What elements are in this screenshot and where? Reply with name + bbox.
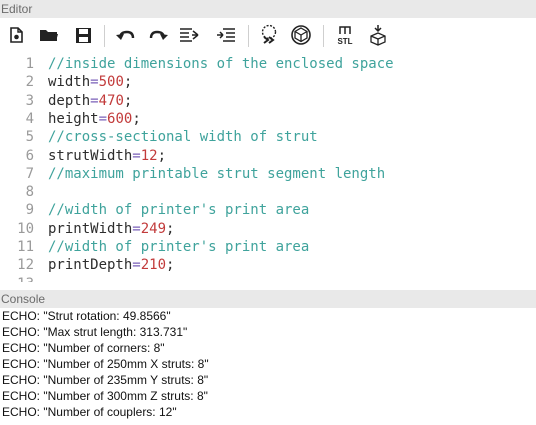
- code-line[interactable]: 3 depth=470;: [0, 92, 133, 110]
- preview-render-icon[interactable]: [256, 22, 282, 48]
- code-line[interactable]: 4 height=600;: [0, 110, 141, 128]
- code-token-ident: height: [48, 110, 99, 127]
- toolbar-separator: [323, 25, 324, 47]
- console-line: ECHO: "Strut rotation: 49.8566": [2, 309, 171, 323]
- code-token-comment: //width of printer's print area: [48, 202, 310, 219]
- save-icon[interactable]: [70, 22, 96, 48]
- console-line: ECHO: "Max strut length: 313.731": [2, 325, 188, 339]
- line-number: 4: [25, 110, 34, 127]
- code-token-op: =: [132, 220, 141, 237]
- code-token-ident: depth: [48, 92, 91, 109]
- export-stl-icon[interactable]: STL: [332, 22, 358, 48]
- code-token-num: 210: [140, 257, 167, 274]
- code-token-num: 600: [107, 110, 133, 127]
- line-number: 10: [17, 220, 34, 237]
- code-token-comment: //inside dimensions of the enclosed spac…: [48, 56, 394, 72]
- code-line[interactable]: 10 printWidth=249;: [0, 220, 174, 238]
- toolbar-separator: [104, 25, 105, 47]
- code-token-num: 500: [98, 74, 124, 91]
- code-token-ident: width: [48, 74, 91, 91]
- new-file-icon[interactable]: [3, 22, 29, 48]
- code-token-op: =: [90, 92, 99, 109]
- code-line[interactable]: 6 strutWidth=12;: [0, 147, 166, 165]
- code-line[interactable]: 5 //cross-sectional width of strut: [0, 128, 318, 146]
- code-editor[interactable]: 1 //inside dimensions of the enclosed spa…: [0, 52, 536, 282]
- console-line: ECHO: "Number of 300mm Z struts: 8": [2, 389, 208, 403]
- code-line[interactable]: 1 //inside dimensions of the enclosed spa…: [0, 55, 394, 73]
- line-number: 13: [0, 275, 48, 282]
- line-number: 5: [25, 129, 34, 146]
- code-token-comment: //width of printer's print area: [48, 239, 310, 255]
- code-token-ident: ;: [132, 110, 141, 127]
- line-number: 3: [25, 92, 34, 109]
- line-number: 11: [17, 239, 34, 255]
- editor-panel-title: Editor: [0, 0, 536, 18]
- code-token-num: 249: [140, 220, 167, 237]
- export-stl-label: STL: [337, 37, 352, 46]
- undo-icon[interactable]: [113, 22, 139, 48]
- indent-icon[interactable]: [213, 22, 239, 48]
- line-number: 2: [25, 74, 34, 91]
- code-token-op: =: [90, 74, 99, 91]
- code-token-ident: ;: [166, 257, 175, 274]
- code-line[interactable]: 12 printDepth=210;: [0, 256, 174, 274]
- line-number: 1: [25, 56, 34, 72]
- console-line: ECHO: "Number of 235mm Y struts: 8": [2, 373, 209, 387]
- code-token-ident: ;: [123, 74, 133, 91]
- redo-icon[interactable]: [145, 22, 171, 48]
- line-number: 9: [25, 202, 34, 219]
- code-token-ident: ;: [166, 220, 175, 237]
- code-token-ident: ;: [123, 92, 133, 109]
- code-line[interactable]: 9 //width of printer's print area: [0, 201, 310, 219]
- open-folder-icon[interactable]: [36, 22, 62, 48]
- code-line[interactable]: 7 //maximum printable strut segment lengt…: [0, 165, 386, 183]
- code-token-comment: //maximum printable strut segment length: [48, 165, 386, 182]
- code-token-ident: strutWidth: [48, 147, 133, 164]
- unindent-icon[interactable]: [176, 22, 202, 48]
- code-token-ident: printDepth: [48, 257, 133, 274]
- code-token-num: 12: [140, 147, 158, 164]
- console-panel-title: Console: [0, 290, 536, 308]
- console-output: ECHO: "Strut rotation: 49.8566" ECHO: "Ma…: [0, 308, 536, 425]
- code-line[interactable]: 8: [0, 183, 48, 201]
- console-line: ECHO: "Number of corners: 8": [2, 341, 165, 355]
- code-token-op: =: [98, 110, 108, 127]
- console-line: ECHO: "Number of 250mm X struts: 8": [2, 357, 209, 371]
- code-token-ident: ;: [157, 147, 167, 164]
- toolbar-separator: [248, 25, 249, 47]
- code-token-num: 470: [98, 92, 124, 109]
- editor-toolbar: STL: [0, 18, 536, 52]
- line-number: 7: [25, 165, 34, 182]
- line-number: 8: [25, 184, 34, 201]
- code-line[interactable]: 11 //width of printer's print area: [0, 238, 309, 256]
- console-line: ECHO: "Number of couplers: 12": [2, 405, 177, 419]
- code-line[interactable]: 2 width=500;: [0, 73, 133, 91]
- line-number: 6: [25, 147, 34, 164]
- code-token-op: =: [132, 257, 141, 274]
- send-to-printer-icon[interactable]: [365, 22, 391, 48]
- line-number: 12: [17, 257, 34, 274]
- code-token-comment: //cross-sectional width of strut: [48, 129, 318, 146]
- code-line[interactable]: 13: [0, 275, 48, 282]
- code-token-op: =: [132, 147, 141, 164]
- code-token-ident: printWidth: [48, 220, 133, 237]
- render-icon[interactable]: [288, 22, 314, 48]
